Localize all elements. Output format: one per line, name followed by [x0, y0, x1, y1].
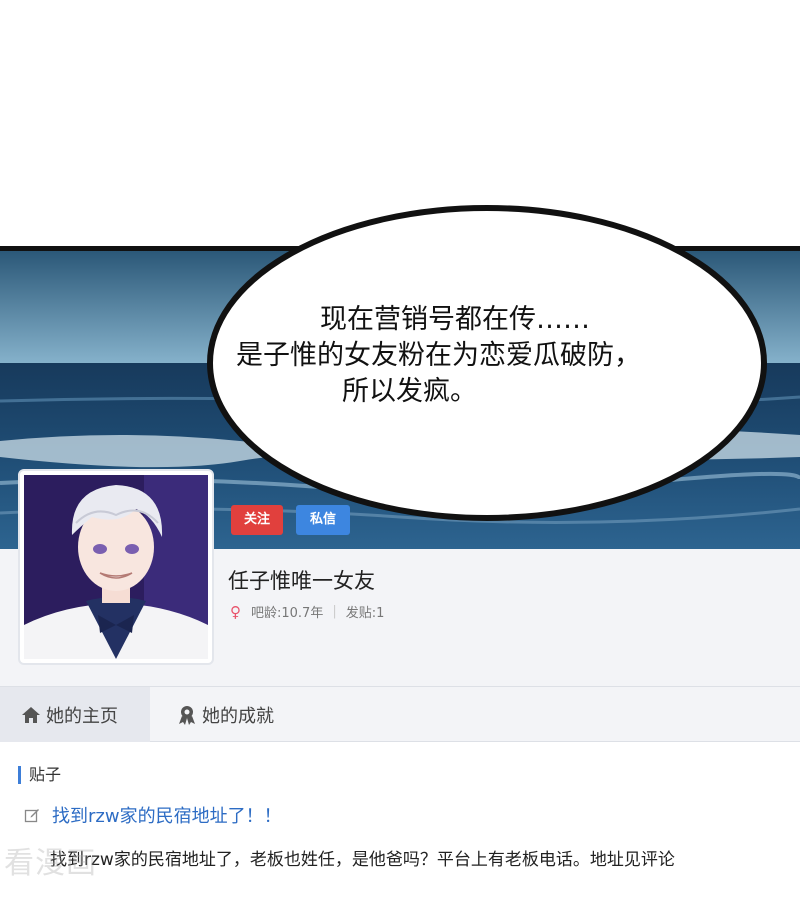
edit-icon	[24, 809, 39, 823]
section-title: 贴子	[18, 766, 61, 784]
watermark: 看漫画	[4, 846, 97, 881]
tab-achievements[interactable]: 她的成就	[176, 687, 274, 742]
account-age: 吧龄:10.7年	[251, 606, 324, 621]
post-count: 发贴:1	[345, 606, 385, 621]
tab-home-label: 她的主页	[46, 705, 118, 727]
profile-tabs: 她的主页 她的成就	[0, 686, 800, 742]
bubble-line-1: 现在营销号都在传……	[320, 304, 590, 335]
username: 任子惟唯一女友	[228, 569, 375, 593]
post-excerpt: 找到rzw家的民宿地址了，老板也姓任，是他爸吗？平台上有老板电话。地址见评论	[50, 850, 675, 870]
post-title-link[interactable]: 找到rzw家的民宿地址了！！	[24, 802, 282, 828]
bubble-line-2: 是子惟的女友粉在为恋爱瓜破防，	[236, 340, 641, 371]
post-title: 找到rzw家的民宿地址了！！	[52, 806, 282, 827]
tab-achievements-label: 她的成就	[202, 705, 274, 727]
home-icon	[22, 706, 40, 723]
user-meta: ♀ 吧龄:10.7年 | 发贴:1	[230, 602, 385, 622]
bubble-line-3: 所以发疯。	[342, 376, 477, 407]
female-icon: ♀	[230, 602, 241, 621]
speech-bubble: 现在营销号都在传…… 是子惟的女友粉在为恋爱瓜破防， 所以发疯。	[200, 198, 774, 528]
medal-icon	[179, 705, 195, 725]
tab-home[interactable]: 她的主页	[0, 687, 150, 742]
meta-divider: |	[332, 604, 337, 619]
posts-section: 贴子 找到rzw家的民宿地址了！！ 找到rzw家的民宿地址了，老板也姓任，是他爸…	[0, 742, 800, 900]
user-avatar[interactable]	[18, 469, 214, 665]
bubble-text: 现在营销号都在传…… 是子惟的女友粉在为恋爱瓜破防， 所以发疯。	[200, 198, 774, 528]
